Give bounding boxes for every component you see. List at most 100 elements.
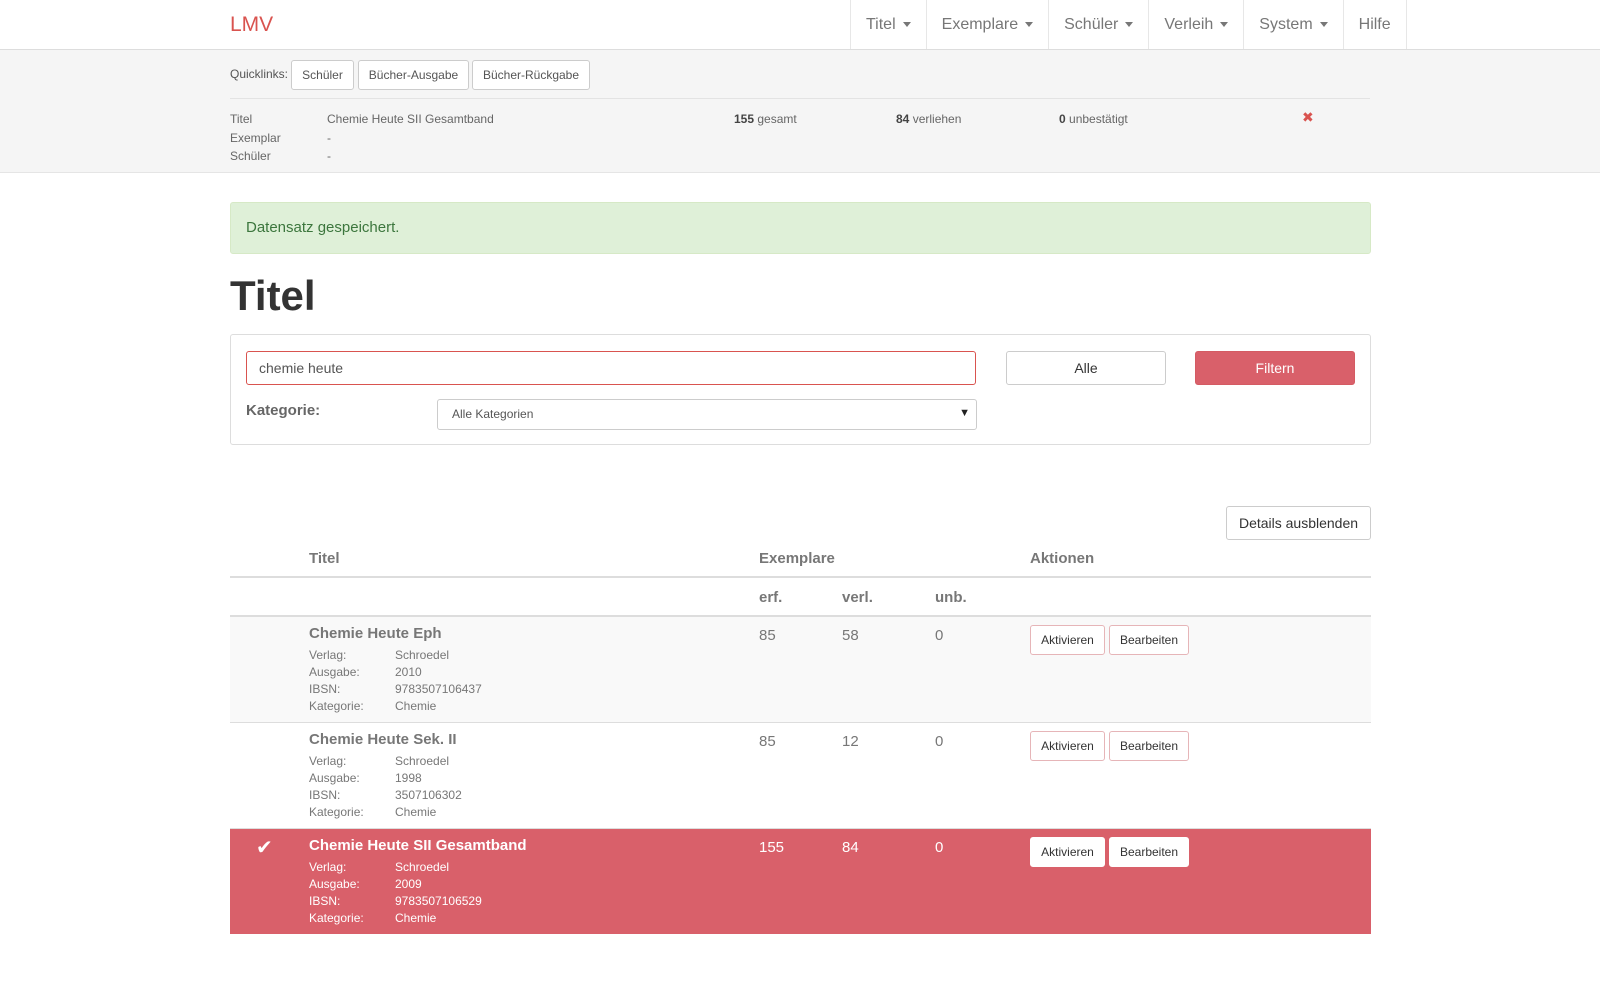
meta-kategorie-value: Chemie bbox=[395, 805, 437, 819]
cell-unb: 0 bbox=[935, 839, 944, 856]
nav-system-label: System bbox=[1259, 15, 1313, 33]
meta-kategorie-value: Chemie bbox=[395, 911, 437, 925]
info-verliehen: 84 verliehen bbox=[896, 112, 961, 126]
th-exemplare: Exemplare bbox=[759, 550, 835, 567]
info-titel-label: Titel bbox=[230, 112, 253, 126]
nav-exemplare[interactable]: Exemplare bbox=[927, 0, 1050, 49]
filter-panel: Alle Filtern Kategorie: Alle Kategorien … bbox=[230, 334, 1371, 445]
table-row-selected[interactable]: ✔ Chemie Heute SII Gesamtband Verlag: Sc… bbox=[230, 828, 1371, 934]
row-title[interactable]: Chemie Heute Eph bbox=[309, 625, 442, 642]
info-unbestaetigt-count: 0 bbox=[1059, 112, 1066, 126]
table-row[interactable]: Chemie Heute Eph Verlag: Schroedel Ausga… bbox=[230, 616, 1371, 722]
row-title[interactable]: Chemie Heute Sek. II bbox=[309, 731, 457, 748]
info-unbestaetigt: 0 unbestätigt bbox=[1059, 112, 1128, 126]
nav-hilfe[interactable]: Hilfe bbox=[1344, 0, 1407, 49]
th-aktionen: Aktionen bbox=[1030, 550, 1095, 567]
success-alert: Datensatz gespeichert. bbox=[230, 202, 1371, 254]
caret-down-icon bbox=[902, 22, 911, 27]
meta-ibsn-value: 3507106302 bbox=[395, 788, 462, 802]
meta-kategorie-label: Kategorie: bbox=[309, 699, 364, 713]
meta-kategorie-label: Kategorie: bbox=[309, 911, 364, 925]
meta-ibsn-value: 9783507106437 bbox=[395, 682, 482, 696]
info-exemplar-value: - bbox=[327, 131, 331, 145]
meta-kategorie-label: Kategorie: bbox=[309, 805, 364, 819]
kategorie-label: Kategorie: bbox=[246, 402, 321, 419]
meta-verlag-label: Verlag: bbox=[309, 860, 347, 874]
info-schueler-label: Schüler bbox=[230, 149, 271, 163]
meta-ibsn-value: 9783507106529 bbox=[395, 894, 482, 908]
caret-down-icon bbox=[1125, 22, 1134, 27]
brand-logo[interactable]: LMV bbox=[230, 13, 273, 37]
info-verliehen-label: verliehen bbox=[912, 112, 962, 126]
meta-ausgabe-value: 2010 bbox=[395, 665, 422, 679]
nav-titel-label: Titel bbox=[866, 15, 896, 33]
th-verl[interactable]: verl. bbox=[842, 589, 873, 606]
info-bar: Quicklinks: Schüler Bücher-Ausgabe Büche… bbox=[0, 50, 1600, 173]
quicklinks-label: Quicklinks: bbox=[230, 67, 289, 81]
nav-verleih[interactable]: Verleih bbox=[1149, 0, 1245, 49]
cell-unb: 0 bbox=[935, 733, 944, 750]
nav-verleih-label: Verleih bbox=[1164, 15, 1214, 33]
cell-verl: 12 bbox=[842, 733, 859, 750]
cell-erf: 85 bbox=[759, 627, 776, 644]
info-unbestaetigt-label: unbestätigt bbox=[1069, 112, 1128, 126]
cell-erf: 85 bbox=[759, 733, 776, 750]
filtern-button[interactable]: Filtern bbox=[1195, 351, 1355, 385]
aktivieren-button[interactable]: Aktivieren bbox=[1030, 837, 1105, 867]
row-title[interactable]: Chemie Heute SII Gesamtband bbox=[309, 837, 527, 854]
nav-titel[interactable]: Titel bbox=[851, 0, 927, 49]
bearbeiten-button[interactable]: Bearbeiten bbox=[1109, 625, 1189, 655]
quicklink-buecher-rueckgabe-button[interactable]: Bücher-Rückgabe bbox=[472, 60, 590, 90]
search-input[interactable] bbox=[246, 351, 976, 385]
aktivieren-button[interactable]: Aktivieren bbox=[1030, 625, 1105, 655]
meta-ibsn-label: IBSN: bbox=[309, 894, 341, 908]
th-unb[interactable]: unb. bbox=[935, 589, 967, 606]
quicklink-schueler-button[interactable]: Schüler bbox=[291, 60, 354, 90]
th-titel[interactable]: Titel bbox=[309, 550, 340, 567]
main-nav: Titel Exemplare Schüler Verleih System H… bbox=[850, 0, 1407, 49]
nav-system[interactable]: System bbox=[1244, 0, 1344, 49]
dropdown-arrow-icon: ▼ bbox=[959, 407, 970, 419]
meta-verlag-label: Verlag: bbox=[309, 754, 347, 768]
check-icon: ✔ bbox=[256, 837, 273, 859]
meta-verlag-value: Schroedel bbox=[395, 648, 450, 662]
meta-ibsn-label: IBSN: bbox=[309, 682, 341, 696]
cell-verl: 58 bbox=[842, 627, 859, 644]
quicklink-buecher-ausgabe-button[interactable]: Bücher-Ausgabe bbox=[358, 60, 469, 90]
meta-ausgabe-value: 1998 bbox=[395, 771, 422, 785]
bearbeiten-button[interactable]: Bearbeiten bbox=[1109, 837, 1189, 867]
header-divider bbox=[230, 576, 1371, 578]
meta-kategorie-value: Chemie bbox=[395, 699, 437, 713]
info-titel-value: Chemie Heute SII Gesamtband bbox=[327, 112, 494, 126]
kategorie-select[interactable]: Alle Kategorien ▼ bbox=[437, 399, 977, 430]
cell-unb: 0 bbox=[935, 627, 944, 644]
alle-button[interactable]: Alle bbox=[1006, 351, 1166, 385]
close-icon[interactable]: ✖ bbox=[1302, 109, 1314, 126]
meta-ausgabe-value: 2009 bbox=[395, 877, 422, 891]
page-title: Titel bbox=[230, 272, 316, 319]
details-ausblenden-button[interactable]: Details ausblenden bbox=[1226, 506, 1371, 540]
bearbeiten-button[interactable]: Bearbeiten bbox=[1109, 731, 1189, 761]
meta-ausgabe-label: Ausgabe: bbox=[309, 771, 360, 785]
navbar: LMV Titel Exemplare Schüler Verleih Syst… bbox=[0, 0, 1600, 50]
info-divider bbox=[230, 98, 1370, 99]
info-verliehen-count: 84 bbox=[896, 112, 910, 126]
info-exemplar-label: Exemplar bbox=[230, 131, 281, 145]
info-schueler-value: - bbox=[327, 149, 331, 163]
info-gesamt: 155 gesamt bbox=[734, 112, 797, 126]
meta-verlag-value: Schroedel bbox=[395, 860, 450, 874]
meta-verlag-value: Schroedel bbox=[395, 754, 450, 768]
cell-verl: 84 bbox=[842, 839, 859, 856]
th-erf[interactable]: erf. bbox=[759, 589, 782, 606]
meta-ibsn-label: IBSN: bbox=[309, 788, 341, 802]
nav-schueler[interactable]: Schüler bbox=[1049, 0, 1150, 49]
nav-hilfe-label: Hilfe bbox=[1358, 15, 1391, 33]
kategorie-selected-value: Alle Kategorien bbox=[452, 407, 534, 421]
nav-schueler-label: Schüler bbox=[1064, 15, 1119, 33]
aktivieren-button[interactable]: Aktivieren bbox=[1030, 731, 1105, 761]
meta-verlag-label: Verlag: bbox=[309, 648, 347, 662]
meta-ausgabe-label: Ausgabe: bbox=[309, 665, 360, 679]
info-gesamt-label: gesamt bbox=[757, 112, 797, 126]
table-row[interactable]: Chemie Heute Sek. II Verlag: Schroedel A… bbox=[230, 722, 1371, 828]
caret-down-icon bbox=[1319, 22, 1328, 27]
